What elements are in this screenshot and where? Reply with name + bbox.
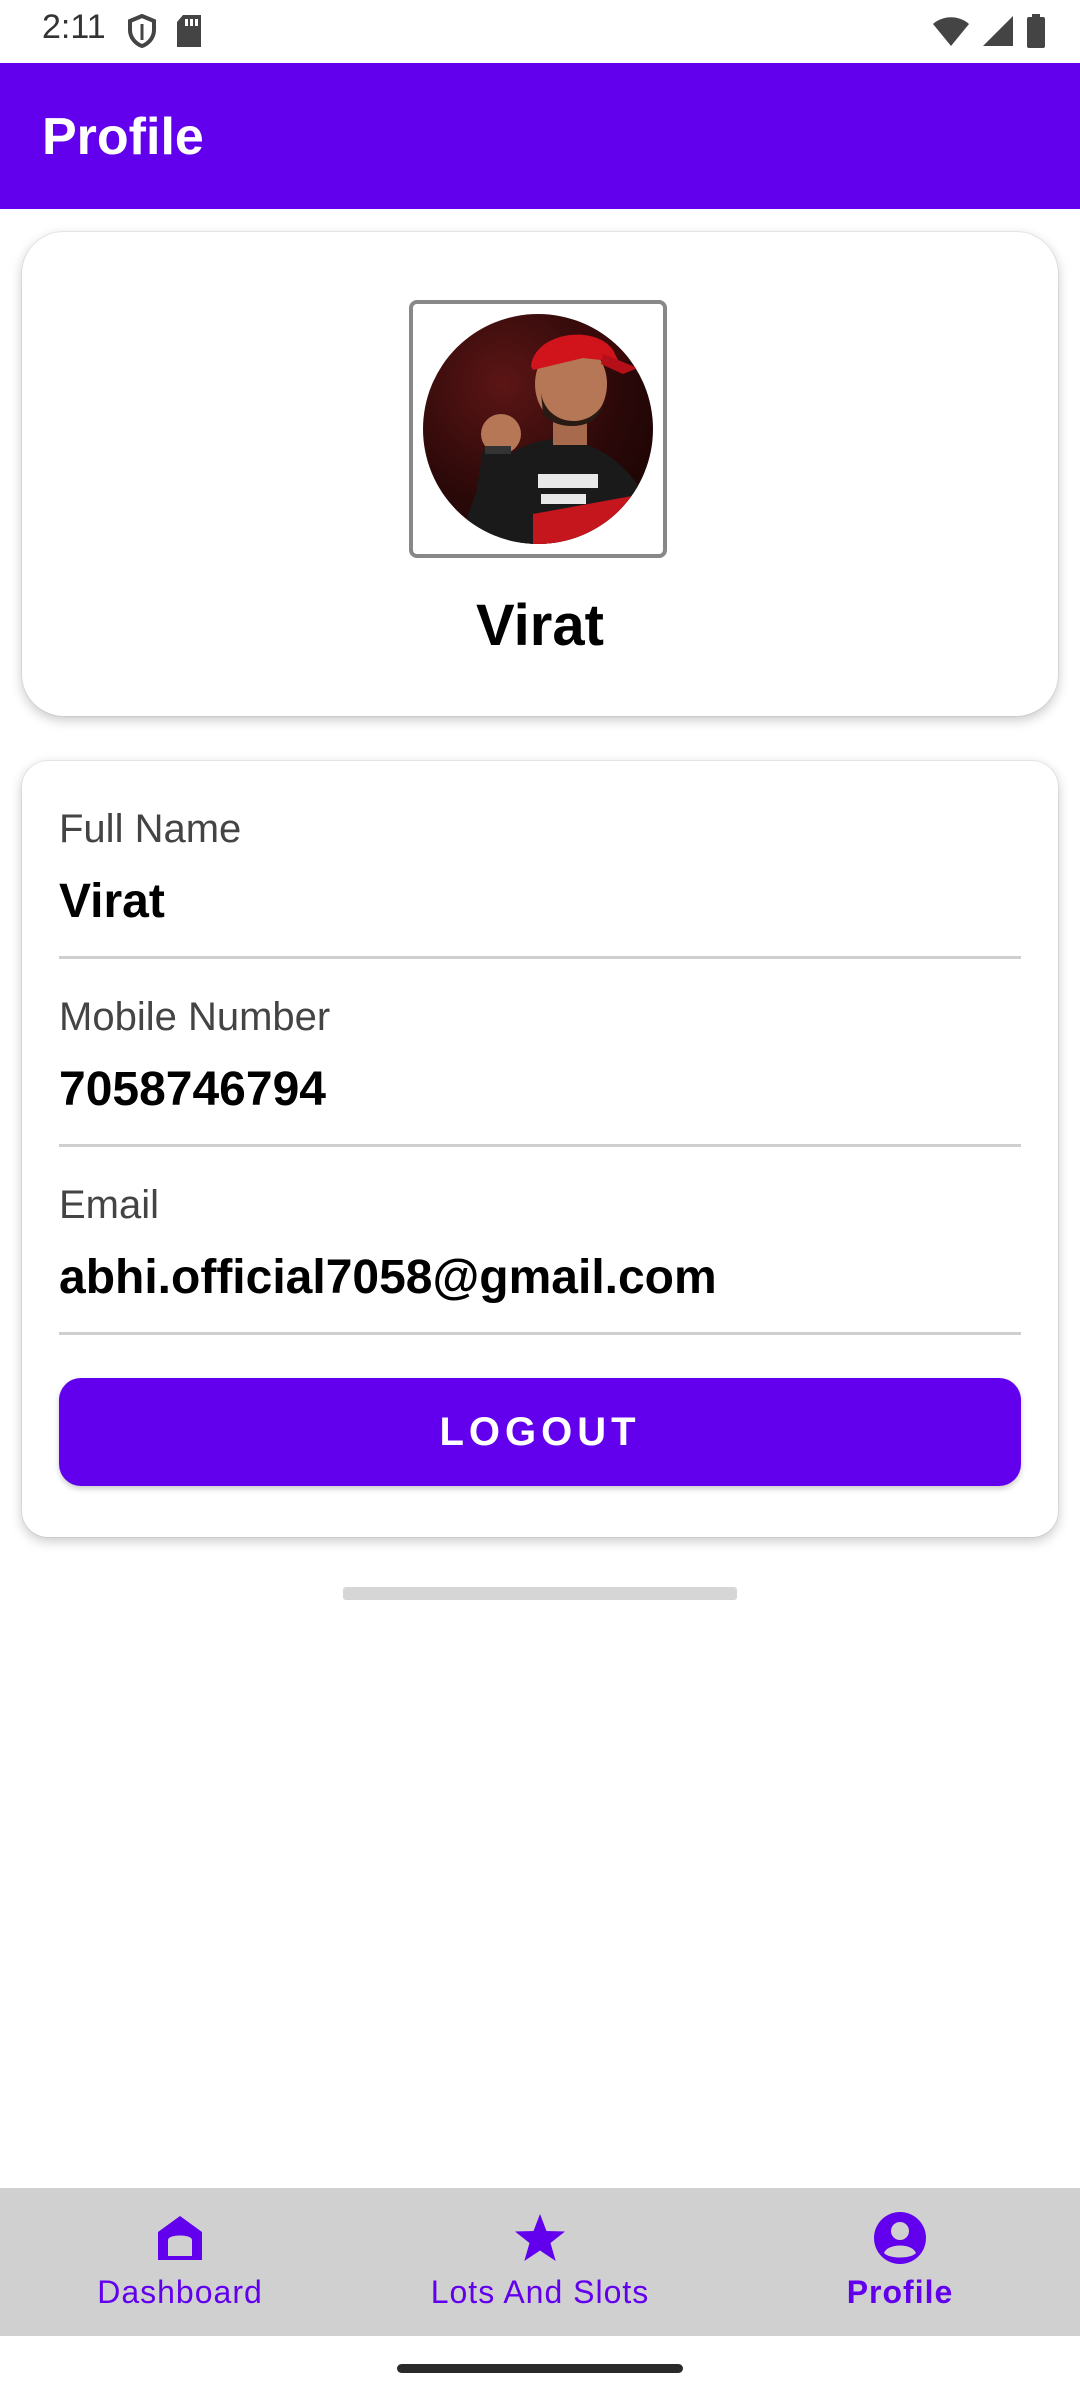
status-right-icons xyxy=(932,14,1046,53)
full-name-field: Full Name Virat xyxy=(59,807,1021,929)
divider xyxy=(59,1332,1021,1335)
nav-item-lots-and-slots[interactable]: Lots And Slots xyxy=(360,2188,720,2336)
profile-header-card: Virat xyxy=(22,232,1058,716)
avatar[interactable] xyxy=(409,300,667,558)
status-time: 2:11 xyxy=(42,8,106,46)
mobile-number-value: 7058746794 xyxy=(59,1063,326,1116)
nav-label-lots-and-slots: Lots And Slots xyxy=(430,2274,650,2310)
app-bar: Profile xyxy=(0,63,1080,209)
email-value: abhi.official7058@gmail.com xyxy=(59,1251,717,1304)
nav-label-dashboard: Dashboard xyxy=(97,2274,263,2310)
mobile-number-label: Mobile Number xyxy=(59,995,331,1039)
logout-button[interactable]: LOGOUT xyxy=(59,1378,1021,1486)
cellular-signal-icon xyxy=(982,15,1014,52)
email-field: Email abhi.official7058@gmail.com xyxy=(59,1183,1021,1305)
account-circle-icon xyxy=(873,2210,927,2266)
avatar-photo xyxy=(423,314,653,544)
nav-item-dashboard[interactable]: Dashboard xyxy=(0,2188,360,2336)
nav-item-profile[interactable]: Profile xyxy=(720,2188,1080,2336)
sd-card-icon xyxy=(175,14,203,53)
wifi-icon xyxy=(932,15,970,52)
divider xyxy=(59,956,1021,959)
battery-icon xyxy=(1026,14,1046,53)
home-icon xyxy=(154,2210,206,2266)
shield-icon xyxy=(127,13,157,53)
nav-label-profile: Profile xyxy=(846,2274,954,2310)
email-label: Email xyxy=(59,1183,160,1227)
bottom-navigation: Dashboard Lots And Slots Profile xyxy=(0,2188,1080,2336)
status-bar: 2:11 xyxy=(0,0,1080,63)
status-left-icons xyxy=(127,13,203,53)
divider xyxy=(59,1144,1021,1147)
full-name-value: Virat xyxy=(59,875,165,928)
page-title: Profile xyxy=(42,108,204,166)
mobile-number-field: Mobile Number 7058746794 xyxy=(59,995,1021,1117)
gesture-navigation-bar[interactable] xyxy=(397,2364,683,2373)
profile-details-card: Full Name Virat Mobile Number 7058746794… xyxy=(22,761,1058,1537)
profile-name: Virat xyxy=(476,593,604,658)
scroll-indicator xyxy=(343,1587,737,1600)
full-name-label: Full Name xyxy=(59,807,242,851)
star-icon xyxy=(513,2210,567,2266)
